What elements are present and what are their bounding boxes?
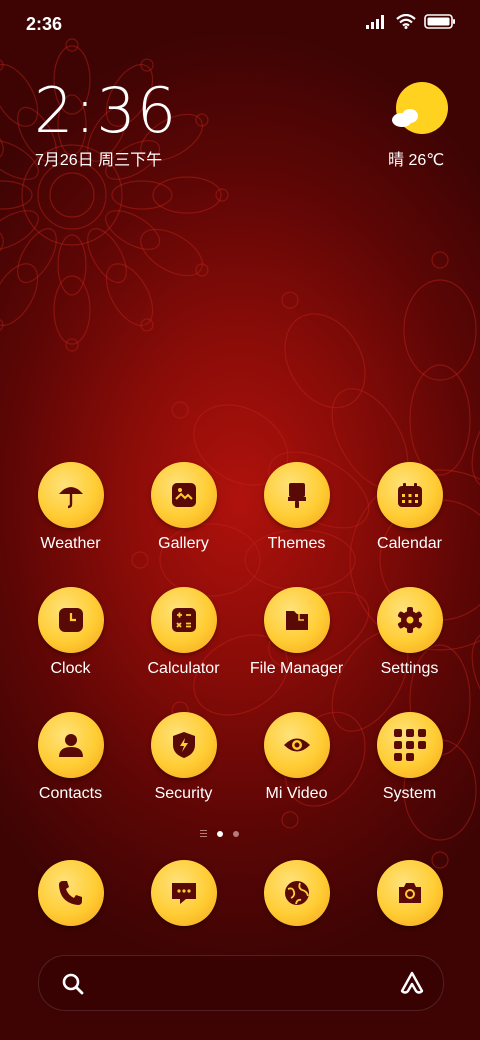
search-bar[interactable] — [38, 955, 444, 1011]
dock-camera[interactable] — [353, 860, 466, 926]
app-label: Contacts — [38, 785, 103, 802]
calculator-icon — [171, 608, 196, 632]
umbrella-icon — [58, 487, 83, 509]
weather-temperature: 晴 26℃ — [388, 152, 445, 169]
app-file-manager[interactable]: File Manager — [240, 587, 353, 678]
page-indicator[interactable] — [200, 830, 239, 837]
app-label: Settings — [380, 660, 439, 677]
person-icon — [58, 734, 83, 757]
battery-icon — [424, 14, 455, 29]
eye-icon — [283, 738, 310, 752]
app-weather[interactable]: Weather — [14, 462, 127, 553]
app-label: Calculator — [147, 660, 220, 677]
app-calculator[interactable]: Calculator — [127, 587, 240, 678]
app-gallery[interactable]: Gallery — [127, 462, 240, 553]
clock-widget-time[interactable]: 2:36 — [34, 76, 177, 146]
gear-icon — [397, 607, 422, 633]
status-icons — [366, 14, 456, 29]
folder-system[interactable]: System — [353, 712, 466, 803]
search-icon — [62, 973, 84, 995]
sun-cloud-icon[interactable] — [390, 80, 448, 138]
app-settings[interactable]: Settings — [353, 587, 466, 678]
signal-icon — [366, 14, 384, 29]
image-icon — [171, 483, 196, 507]
menu-lines-icon — [200, 830, 207, 837]
app-label: System — [382, 785, 437, 802]
shield-icon — [172, 732, 195, 758]
app-security[interactable]: Security — [127, 712, 240, 803]
page-dot-active — [217, 830, 223, 837]
paintbrush-icon — [287, 483, 306, 508]
dock-phone[interactable] — [14, 860, 127, 926]
app-label: Calendar — [377, 535, 442, 552]
folder-grid-icon — [393, 729, 426, 761]
page-dot — [233, 830, 239, 837]
clock-widget-date: 7月26日 周三下午 — [35, 152, 163, 169]
calendar-icon — [397, 483, 422, 507]
camera-icon — [398, 883, 421, 903]
message-icon — [171, 883, 196, 904]
app-label: Themes — [267, 535, 326, 552]
wifi-icon — [396, 14, 416, 29]
app-label: Mi Video — [265, 785, 328, 802]
app-label: Weather — [40, 535, 101, 552]
app-label: File Manager — [249, 660, 344, 677]
status-bar: 2:36 — [0, 0, 480, 50]
dock-browser[interactable] — [240, 860, 353, 926]
app-themes[interactable]: Themes — [240, 462, 353, 553]
app-label: Gallery — [158, 535, 209, 552]
status-time: 2:36 — [26, 14, 63, 34]
folder-icon — [285, 611, 308, 630]
app-calendar[interactable]: Calendar — [353, 462, 466, 553]
dock-messaging[interactable] — [127, 860, 240, 926]
phone-icon — [58, 881, 82, 905]
app-contacts[interactable]: Contacts — [14, 712, 127, 803]
app-label: Clock — [50, 660, 91, 677]
assistant-icon[interactable] — [399, 970, 425, 996]
clock-icon — [58, 608, 83, 632]
app-label: Security — [154, 785, 213, 802]
app-mi-video[interactable]: Mi Video — [240, 712, 353, 803]
browser-icon — [284, 881, 309, 905]
app-clock[interactable]: Clock — [14, 587, 127, 678]
